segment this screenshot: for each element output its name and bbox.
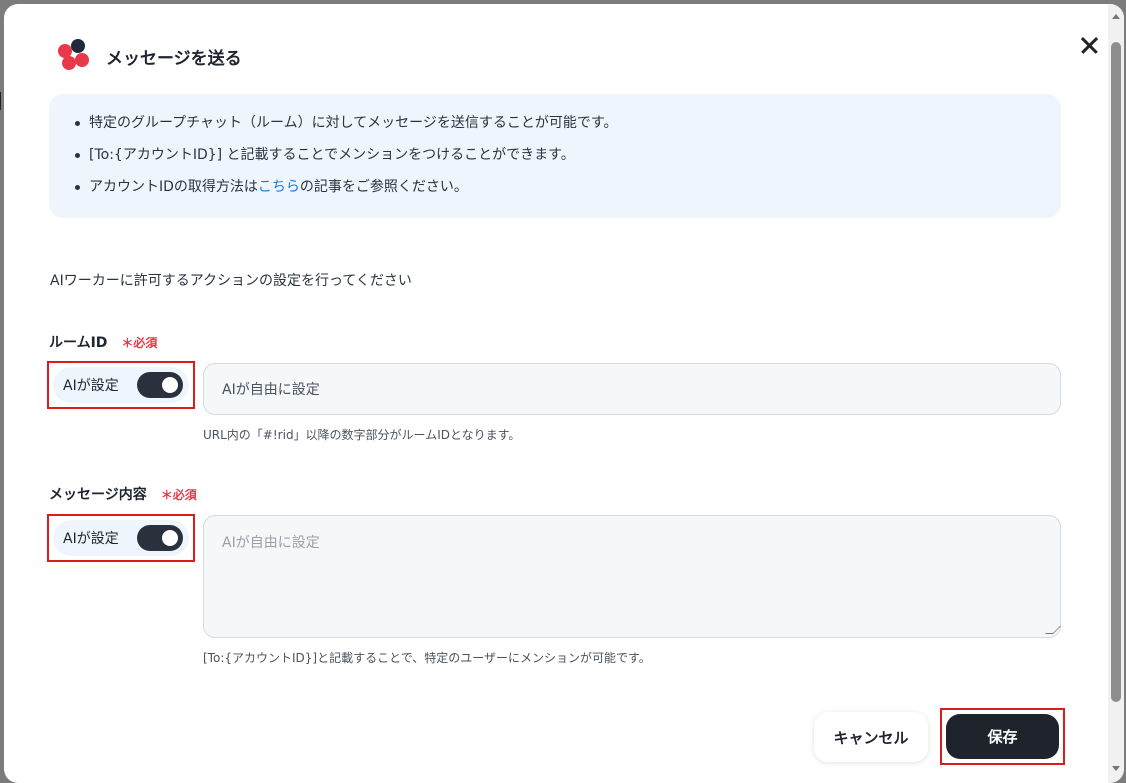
dialog-scrollbar[interactable] — [1108, 4, 1124, 783]
message-content-ai-toggle[interactable] — [137, 525, 183, 551]
chatwork-logo-icon — [56, 38, 92, 74]
required-badge: ＊必須 — [160, 487, 197, 502]
info-text: の記事をご参照ください。 — [299, 179, 468, 195]
send-message-dialog: メッセージを送る 特定のグループチャット（ルーム）に対してメッセージを送信するこ… — [4, 4, 1124, 783]
ai-setting-highlight: AIが設定 — [47, 361, 195, 409]
room-id-value: AIが自由に設定 — [222, 382, 320, 398]
field-label: メッセージ内容 — [49, 487, 147, 503]
ai-setting-label: AIが設定 — [63, 531, 119, 547]
close-icon[interactable] — [1076, 32, 1104, 60]
toggle-knob — [162, 377, 178, 393]
field-label: ルームID — [49, 335, 108, 351]
save-button[interactable]: 保存 — [946, 714, 1059, 759]
info-text: アカウントIDの取得方法は — [89, 179, 258, 195]
room-id-input[interactable]: AIが自由に設定 — [203, 363, 1061, 415]
ai-setting-highlight: AIが設定 — [47, 514, 195, 562]
required-badge: ＊必須 — [121, 335, 158, 350]
info-item: [To:{アカウントID}] と記載することでメンションをつけることができます。 — [75, 144, 1061, 176]
save-button-highlight: 保存 — [940, 708, 1065, 765]
scroll-up-icon[interactable] — [1112, 14, 1120, 19]
info-item: 特定のグループチャット（ルーム）に対してメッセージを送信することが可能です。 — [75, 112, 1061, 144]
message-content-label: メッセージ内容 ＊必須 — [49, 484, 197, 504]
info-item: アカウントIDの取得方法はこちらの記事をご参照ください。 — [75, 176, 1061, 208]
info-text: [To:{アカウントID}] と記載することでメンションをつけることができます。 — [89, 147, 575, 163]
room-id-label: ルームID ＊必須 — [49, 332, 157, 352]
room-id-hint: URL内の「#!rid」以降の数字部分がルームIDとなります。 — [203, 428, 521, 442]
help-article-link[interactable]: こちら — [258, 179, 300, 195]
message-content-textarea[interactable]: AIが自由に設定 — [203, 515, 1061, 638]
info-box: 特定のグループチャット（ルーム）に対してメッセージを送信することが可能です。 [… — [49, 94, 1061, 218]
resize-handle-icon[interactable] — [1045, 626, 1061, 634]
ai-setting-control: AIが設定 — [53, 367, 189, 403]
info-text: 特定のグループチャット（ルーム）に対してメッセージを送信することが可能です。 — [89, 115, 618, 131]
dialog-header: メッセージを送る — [56, 38, 242, 74]
cancel-button[interactable]: キャンセル — [814, 712, 928, 762]
scrollbar-thumb[interactable] — [1111, 42, 1121, 702]
ai-setting-label: AIが設定 — [63, 378, 119, 394]
message-content-placeholder: AIが自由に設定 — [222, 535, 320, 551]
toggle-knob — [162, 530, 178, 546]
ai-setting-control: AIが設定 — [53, 520, 189, 556]
scroll-down-icon[interactable] — [1112, 766, 1120, 771]
room-id-ai-toggle[interactable] — [137, 372, 183, 398]
section-description: AIワーカーに許可するアクションの設定を行ってください — [50, 273, 412, 289]
dialog-title: メッセージを送る — [106, 48, 242, 69]
message-content-hint: [To:{アカウントID}]と記載することで、特定のユーザーにメンションが可能で… — [203, 651, 651, 665]
